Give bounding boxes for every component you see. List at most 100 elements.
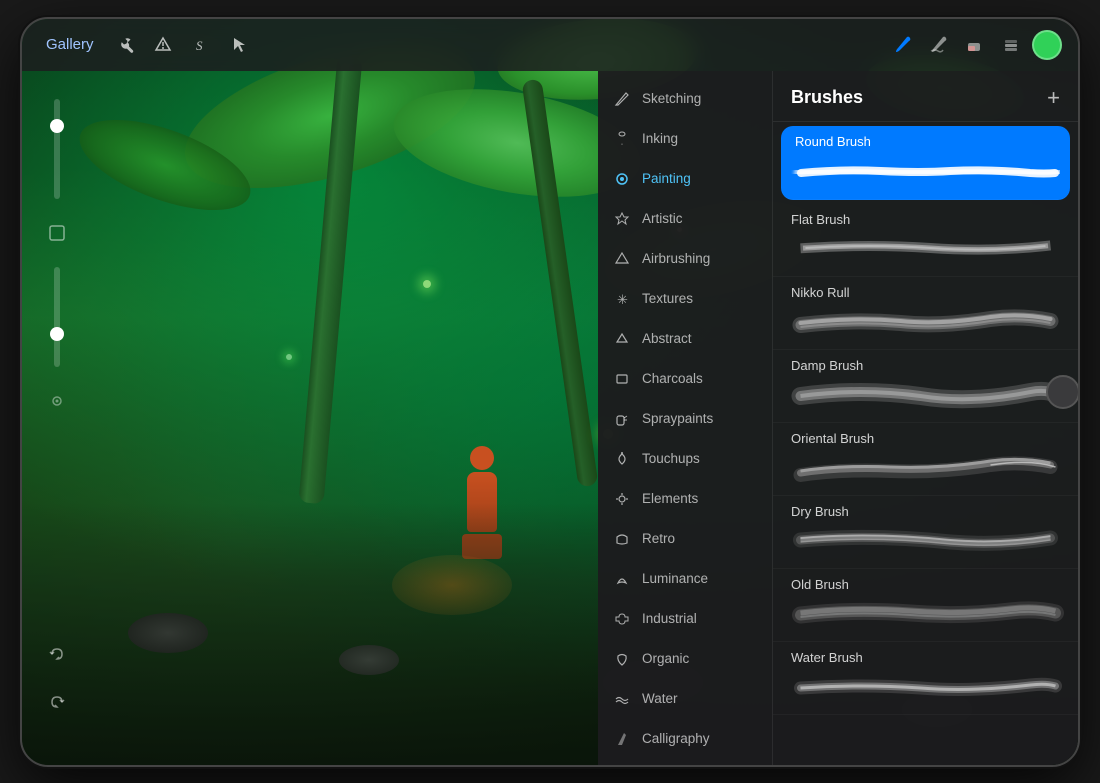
category-item-spraypaints[interactable]: Spraypaints — [598, 399, 772, 439]
category-item-touchups[interactable]: Touchups — [598, 439, 772, 479]
wrench-icon[interactable] — [110, 30, 140, 60]
rock — [339, 645, 399, 675]
adjustments-icon[interactable] — [148, 30, 178, 60]
category-item-luminance[interactable]: Luminance — [598, 559, 772, 599]
svg-text:✳: ✳ — [617, 292, 628, 307]
undo-button[interactable] — [39, 637, 75, 673]
category-label: Artistic — [642, 211, 683, 226]
brush-preview — [787, 597, 1064, 633]
category-label: Calligraphy — [642, 731, 710, 746]
category-label: Airbrushing — [642, 251, 710, 266]
category-label: Water — [642, 691, 678, 706]
spraypaints-icon — [612, 409, 632, 429]
brush-category-list: Sketching Inking Painting — [598, 71, 773, 765]
toolbar-right — [888, 30, 1062, 60]
brush-preview — [787, 305, 1064, 341]
brush-item-dry[interactable]: Dry Brush — [773, 496, 1078, 569]
category-label: Textures — [642, 291, 693, 306]
category-item-water[interactable]: Water — [598, 679, 772, 719]
view-icon[interactable] — [39, 383, 75, 419]
opacity-slider-thumb[interactable] — [50, 119, 64, 133]
brush-preview — [787, 670, 1064, 706]
category-item-inking[interactable]: Inking — [598, 119, 772, 159]
category-label: Organic — [642, 651, 689, 666]
category-label: Retro — [642, 531, 675, 546]
category-label: Charcoals — [642, 371, 703, 386]
transform-icon[interactable]: S — [186, 30, 216, 60]
brush-size-thumb[interactable] — [50, 327, 64, 341]
brush-item-water[interactable]: Water Brush — [773, 642, 1078, 715]
industrial-icon — [612, 609, 632, 629]
brush-preview — [787, 451, 1064, 487]
airbrushing-icon — [612, 249, 632, 269]
select-icon[interactable] — [224, 30, 254, 60]
category-label: Industrial — [642, 611, 697, 626]
brush-item-oriental[interactable]: Oriental Brush — [773, 423, 1078, 496]
gallery-button[interactable]: Gallery — [38, 32, 102, 57]
category-item-charcoals[interactable]: Charcoals — [598, 359, 772, 399]
home-button[interactable] — [1046, 375, 1080, 409]
brush-tool-icon[interactable] — [888, 30, 918, 60]
tablet-frame: Gallery — [20, 17, 1080, 767]
brush-name: Nikko Rull — [787, 285, 1064, 300]
sketching-icon — [612, 89, 632, 109]
brushes-panel: Sketching Inking Painting — [598, 71, 1078, 765]
opacity-slider[interactable] — [54, 99, 60, 199]
selection-tool-icon[interactable] — [39, 215, 75, 251]
color-picker[interactable] — [1032, 30, 1062, 60]
textures-icon: ✳ — [612, 289, 632, 309]
category-item-calligraphy[interactable]: Calligraphy — [598, 719, 772, 759]
undo-redo-group — [39, 633, 75, 725]
category-item-painting[interactable]: Painting — [598, 159, 772, 199]
layers-icon[interactable] — [996, 30, 1026, 60]
luminance-icon — [612, 569, 632, 589]
category-item-sketching[interactable]: Sketching — [598, 79, 772, 119]
category-item-industrial[interactable]: Industrial — [598, 599, 772, 639]
top-toolbar: Gallery — [22, 19, 1078, 71]
path-glow — [392, 555, 512, 615]
calligraphy-icon — [612, 729, 632, 749]
add-brush-button[interactable]: + — [1047, 85, 1060, 111]
brush-panel-header: Brushes + — [773, 71, 1078, 122]
brush-item-damp[interactable]: Damp Brush — [773, 350, 1078, 423]
organic-icon — [612, 649, 632, 669]
category-item-organic[interactable]: Organic — [598, 639, 772, 679]
brush-list-panel: Brushes + Round Brush — [773, 71, 1078, 765]
brush-item-old[interactable]: Old Brush — [773, 569, 1078, 642]
canvas-area: Gallery — [22, 19, 1078, 765]
category-label: Painting — [642, 171, 691, 186]
brush-name: Dry Brush — [787, 504, 1064, 519]
category-item-airbrushing[interactable]: Airbrushing — [598, 239, 772, 279]
brush-size-slider[interactable] — [54, 267, 60, 367]
brush-name: Flat Brush — [787, 212, 1064, 227]
painting-icon — [612, 169, 632, 189]
brush-preview — [787, 232, 1064, 268]
brush-item-nikko[interactable]: Nikko Rull — [773, 277, 1078, 350]
category-item-elements[interactable]: Elements — [598, 479, 772, 519]
brush-list: Round Brush — [773, 122, 1078, 765]
category-item-artistic[interactable]: Artistic — [598, 199, 772, 239]
eraser-tool-icon[interactable] — [960, 30, 990, 60]
category-label: Elements — [642, 491, 698, 506]
smudge-tool-icon[interactable] — [924, 30, 954, 60]
light-particle — [423, 280, 431, 288]
category-item-retro[interactable]: Retro — [598, 519, 772, 559]
category-label: Inking — [642, 131, 678, 146]
category-item-abstract[interactable]: Abstract — [598, 319, 772, 359]
brush-name: Oriental Brush — [787, 431, 1064, 446]
brush-item-round[interactable]: Round Brush — [781, 126, 1070, 200]
category-item-textures[interactable]: ✳ Textures — [598, 279, 772, 319]
category-label: Abstract — [642, 331, 692, 346]
rock — [128, 613, 208, 653]
category-label: Spraypaints — [642, 411, 713, 426]
toolbar-left: Gallery — [38, 30, 888, 60]
category-label: Sketching — [642, 91, 701, 106]
brush-item-flat[interactable]: Flat Brush — [773, 204, 1078, 277]
redo-button[interactable] — [39, 685, 75, 721]
left-toolbar — [32, 71, 82, 765]
category-label: Luminance — [642, 571, 708, 586]
inking-icon — [612, 129, 632, 149]
charcoals-icon — [612, 369, 632, 389]
brush-preview — [787, 524, 1064, 560]
touchups-icon — [612, 449, 632, 469]
